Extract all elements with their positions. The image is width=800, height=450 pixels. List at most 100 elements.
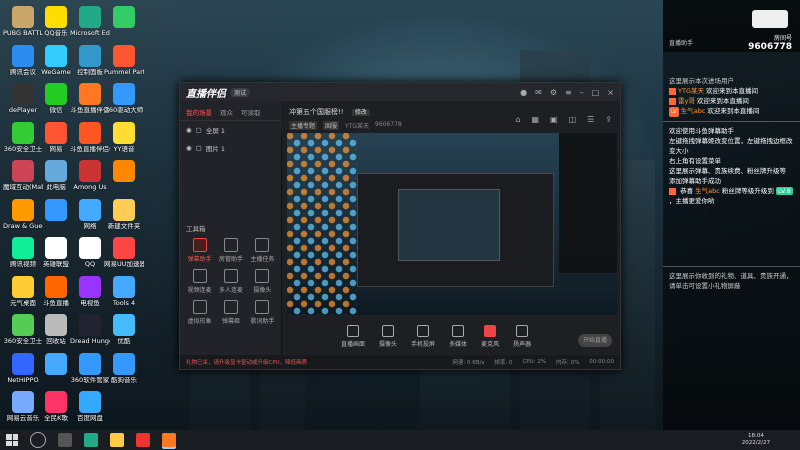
app-icon <box>12 391 34 413</box>
grid-icon[interactable]: ▦ <box>531 115 539 124</box>
source-button-label: 多媒体 <box>449 340 468 348</box>
settings-icon[interactable]: ⚙ <box>550 88 557 97</box>
app-icon <box>12 44 34 67</box>
tool-label: 弹幕姬 <box>221 318 240 325</box>
tool-icon <box>255 300 270 314</box>
eye-icon[interactable]: ◉ <box>186 144 192 152</box>
source-icon <box>417 324 430 337</box>
app-icon <box>113 6 135 28</box>
desktop-icon[interactable] <box>104 6 144 30</box>
desktop-icon[interactable]: YY语音 <box>104 121 144 153</box>
search-icon[interactable] <box>30 432 46 448</box>
source-button[interactable]: 直播画面 <box>341 324 366 348</box>
tab-audience[interactable]: 观众 <box>220 107 233 117</box>
share-icon[interactable]: ⇪ <box>605 115 612 124</box>
source-button[interactable]: 麦克风 <box>481 324 499 348</box>
chat-message: 雷y哥 欢迎来到本直播间 <box>663 96 800 106</box>
lock-icon[interactable]: ⌂ <box>515 115 520 124</box>
tool-item[interactable]: 多人连麦 <box>215 269 246 294</box>
lock-icon[interactable]: ▢ <box>196 126 202 134</box>
edge-icon[interactable] <box>84 433 98 447</box>
app-icon <box>79 44 101 67</box>
source-button-label: 直播画面 <box>341 340 366 348</box>
source-button[interactable]: 多媒体 <box>449 324 468 348</box>
maximize-icon[interactable]: □ <box>592 88 600 97</box>
desktop-icon-label: 360驱动大师 <box>104 107 144 114</box>
app-icon <box>79 198 101 221</box>
menu-icon[interactable]: ☰ <box>587 115 594 124</box>
netease-music-icon[interactable] <box>136 433 150 447</box>
tool-item[interactable]: 歌词助手 <box>247 300 278 325</box>
status-bar: 礼物已关，请升级显卡驱动或升级CPU，降低画质 网速: 0 KB/s 帧率: 0… <box>180 355 620 369</box>
version-badge: 测试 <box>230 87 251 97</box>
source-button[interactable]: 扬声器 <box>513 324 531 348</box>
app-icon <box>12 314 34 336</box>
status-network: 网速: 0 KB/s <box>452 360 485 366</box>
room-number-box: 房间号 9606778 <box>748 33 792 52</box>
chat-username[interactable]: 生气abc <box>681 107 706 115</box>
desktop-icon[interactable]: 网易UU加速器 <box>104 237 144 268</box>
source-button[interactable]: 摄像头 <box>379 324 397 348</box>
entry-messages: YTG某天 欢迎来到本直播间 雷y哥 欢迎来到本直播间 LV 生气abc 欢迎来到本直… <box>663 86 800 117</box>
menu-icon[interactable]: ≡ <box>565 88 572 97</box>
tool-item[interactable]: 弹幕助手 <box>184 238 215 263</box>
image-icon[interactable]: ▣ <box>550 115 558 124</box>
stream-preview[interactable] <box>287 133 617 315</box>
scene-item[interactable]: ◉ ▢ 图片 1 <box>180 139 281 157</box>
app-icon <box>113 83 135 105</box>
tool-label: 弹幕助手 <box>187 256 212 263</box>
task-view-icon[interactable] <box>58 433 72 447</box>
cat-logo-icon <box>752 10 788 28</box>
danmaku-assistant-panel[interactable]: 直播助手 房间号 9606778 这里展示本次进场用户 YTG某天 欢迎来到本直… <box>663 0 800 430</box>
source-button[interactable]: 手机投屏 <box>411 324 435 348</box>
system-clock[interactable]: 18:04 2022/2/27 <box>742 433 770 447</box>
tool-item[interactable]: 弹幕姬 <box>215 300 246 325</box>
tool-icon <box>223 238 238 252</box>
desktop-icon[interactable]: 酷狗音乐 <box>104 352 144 384</box>
tool-label: 歌词助手 <box>250 318 275 325</box>
app-icon <box>45 198 67 221</box>
app-icon <box>113 121 135 144</box>
room-label: 房间号 <box>773 35 792 42</box>
tool-item[interactable]: 主播任务 <box>247 238 278 263</box>
lock-icon[interactable]: ▢ <box>196 144 202 152</box>
chat-text: 欢迎来到本直播间 <box>694 97 749 105</box>
desktop-icon[interactable]: 优酷 <box>104 314 144 345</box>
app-icon <box>45 121 67 144</box>
chat-username[interactable]: YTG某天 <box>678 87 704 95</box>
scene-item[interactable]: ◉ ▢ 全屏 1 <box>180 121 281 139</box>
tool-icon <box>223 269 238 283</box>
start-live-button[interactable]: 开始直播 <box>578 334 612 347</box>
app-icon <box>79 6 101 28</box>
desktop-icon[interactable]: 百度网盘 <box>70 391 110 422</box>
avatar-icon[interactable]: ● <box>520 88 527 97</box>
upgrade-message: 恭喜 生气abc 粉丝牌等级升级到 LV.8 ，主播更爱你哟 <box>663 186 800 206</box>
room-number-value: 9606778 <box>748 42 792 52</box>
desktop-icon[interactable]: 360驱动大师 <box>104 83 144 114</box>
desktop-icon[interactable] <box>104 160 144 184</box>
chat-username[interactable]: 雷y哥 <box>678 97 695 105</box>
eye-icon[interactable]: ◉ <box>186 126 192 134</box>
mail-icon[interactable]: ✉ <box>535 88 542 97</box>
desktop-icon[interactable]: 新建文件夹 <box>104 198 144 230</box>
app-icon <box>79 83 101 105</box>
desktop-icon-label: 网易UU加速器 <box>104 261 144 268</box>
close-icon[interactable]: × <box>607 88 614 97</box>
desktop-icon[interactable]: Tools 4 <box>104 275 144 307</box>
desktop-icon[interactable]: Pummel Party <box>104 44 144 76</box>
room-tag[interactable]: 国服 <box>323 121 340 130</box>
tool-item[interactable]: 视频连麦 <box>184 269 215 294</box>
minimize-icon[interactable]: – <box>580 88 584 97</box>
tab-readable[interactable]: 可读取 <box>241 107 261 117</box>
live-companion-taskbar-icon[interactable] <box>162 433 176 447</box>
level-badge: LV.8 <box>776 187 793 195</box>
tab-my-scene[interactable]: 我的场景 <box>186 107 212 117</box>
file-explorer-icon[interactable] <box>110 433 124 447</box>
windows-start-icon[interactable] <box>6 434 18 446</box>
room-tag[interactable]: 主播专题 <box>289 121 318 130</box>
tool-item[interactable]: 摄像头 <box>247 269 278 294</box>
layout-icon[interactable]: ◫ <box>569 115 577 124</box>
tool-item[interactable]: 虚拟形象 <box>184 300 215 325</box>
edit-title-button[interactable]: 修改 <box>351 109 370 116</box>
tool-item[interactable]: 房管助手 <box>215 238 246 263</box>
